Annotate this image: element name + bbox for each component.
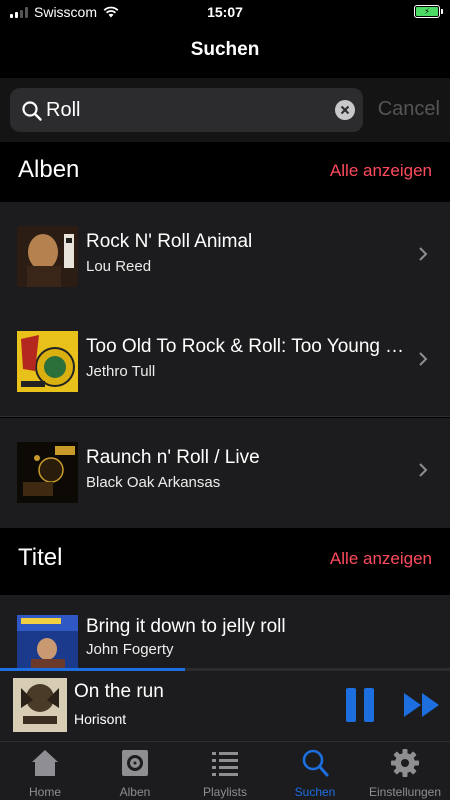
page-title: Suchen	[190, 39, 260, 60]
album-title: Raunch n' Roll / Live	[86, 447, 260, 468]
tab-label: Suchen	[294, 785, 336, 799]
album-cover	[17, 331, 78, 392]
chevron-right-icon	[419, 463, 428, 477]
album-cover	[17, 226, 78, 287]
status-bar: Swisscom 15:07 ⚡	[0, 0, 450, 24]
nav-bar: Suchen	[0, 24, 450, 78]
tab-playlists[interactable]: Playlists	[180, 742, 270, 800]
fast-forward-icon[interactable]	[402, 691, 442, 719]
album-row[interactable]: Raunch n' Roll / Live Black Oak Arkansas	[0, 418, 450, 528]
album-row[interactable]: Rock N' Roll Animal Lou Reed	[0, 202, 450, 312]
close-icon	[340, 105, 350, 115]
now-playing-artist: Horisont	[74, 711, 127, 727]
search-icon	[302, 749, 329, 777]
now-playing-cover	[13, 678, 67, 732]
search-input[interactable]	[46, 94, 316, 126]
battery-icon: ⚡	[414, 5, 443, 18]
tab-albums[interactable]: Alben	[90, 742, 180, 800]
album-title: Too Old To Rock & Roll: Too Young To Die…	[86, 336, 406, 357]
clear-search-button[interactable]	[335, 100, 355, 120]
titles-show-all-link[interactable]: Alle anzeigen	[330, 549, 432, 569]
tab-label: Playlists	[202, 785, 247, 799]
tab-label: Home	[28, 785, 61, 799]
tab-label: Alben	[119, 785, 151, 799]
section-title-titles: Titel	[18, 544, 63, 571]
chevron-right-icon	[419, 247, 428, 261]
album-artist: Black Oak Arkansas	[86, 474, 221, 491]
albums-show-all-link[interactable]: Alle anzeigen	[330, 161, 432, 181]
tab-home[interactable]: Home	[0, 742, 90, 800]
albums-section-header: Alben Alle anzeigen	[0, 142, 450, 202]
clock: 15:07	[207, 4, 243, 20]
gear-icon	[391, 749, 419, 777]
album-icon	[122, 750, 148, 776]
tab-search[interactable]: Suchen	[270, 742, 360, 800]
tab-bar: Home Alben Playlists Suchen Einstellunge…	[0, 741, 450, 800]
list-icon	[212, 752, 238, 776]
album-artist: Lou Reed	[86, 258, 152, 275]
cancel-button[interactable]: Cancel	[378, 98, 440, 121]
track-cover	[17, 615, 78, 668]
album-row[interactable]: Too Old To Rock & Roll: Too Young To Die…	[0, 307, 450, 417]
pause-button[interactable]	[346, 688, 378, 722]
search-bar: Cancel	[0, 78, 450, 142]
now-playing-title: On the run	[74, 681, 164, 702]
mini-player[interactable]: On the run Horisont	[0, 671, 450, 741]
tab-settings[interactable]: Einstellungen	[360, 742, 450, 800]
titles-section-header: Titel Alle anzeigen	[0, 530, 450, 590]
search-icon	[22, 101, 42, 121]
album-artist: Jethro Tull	[86, 363, 156, 380]
track-row[interactable]: Bring it down to jelly roll John Fogerty	[0, 595, 450, 668]
search-field[interactable]	[10, 88, 363, 132]
album-title: Rock N' Roll Animal	[86, 231, 253, 252]
track-title: Bring it down to jelly roll	[86, 616, 286, 637]
tab-label: Einstellungen	[368, 785, 442, 799]
home-icon	[32, 750, 58, 776]
chevron-right-icon	[419, 352, 428, 366]
album-cover	[17, 442, 78, 503]
section-title-albums: Alben	[18, 156, 80, 183]
track-artist: John Fogerty	[86, 641, 174, 658]
